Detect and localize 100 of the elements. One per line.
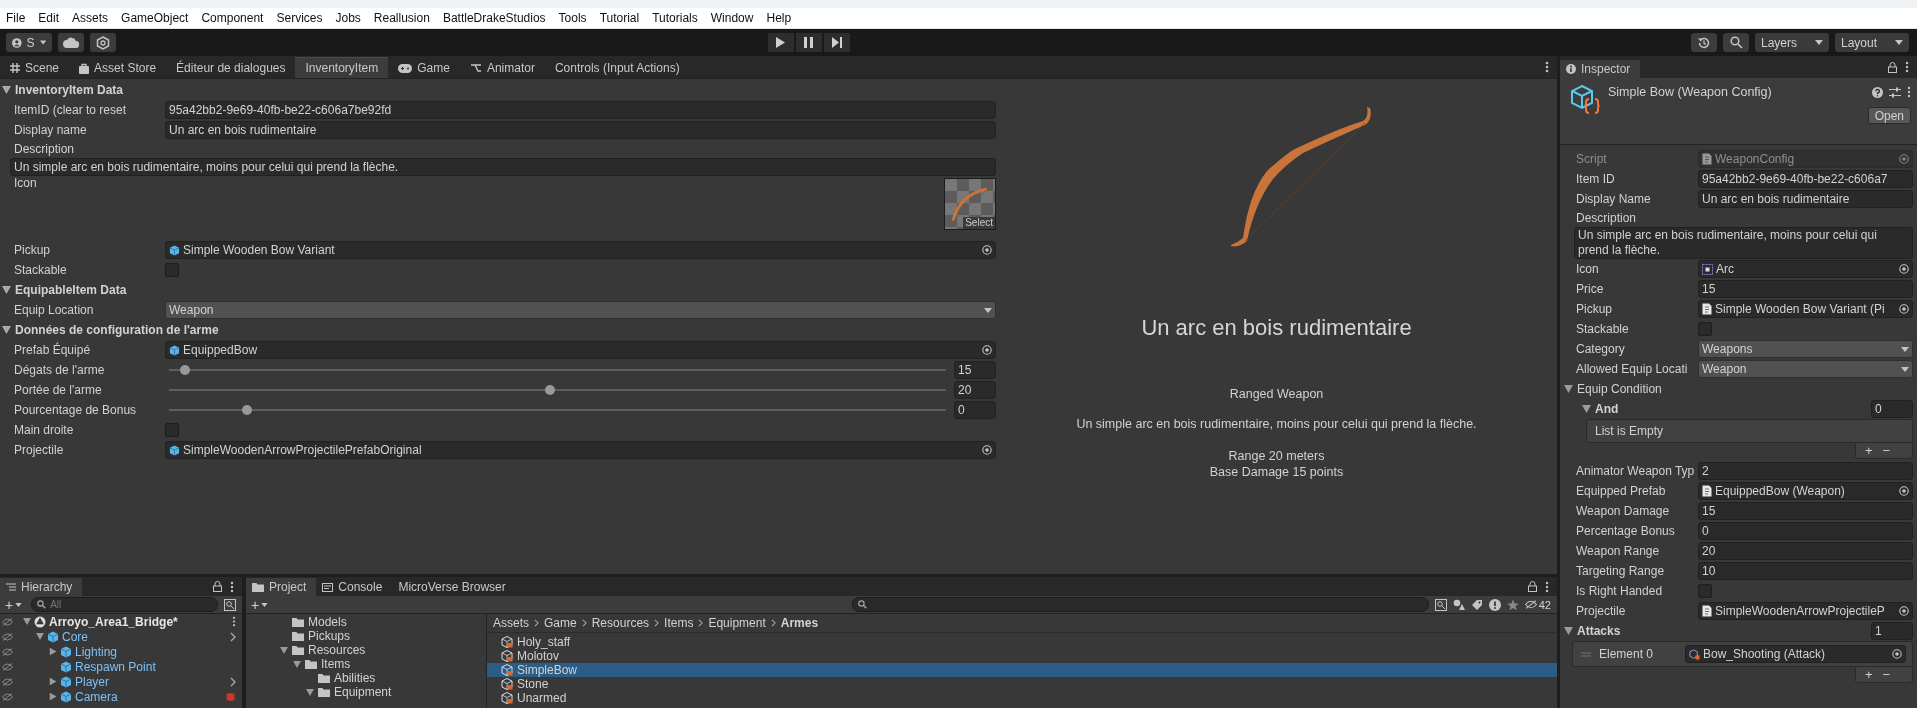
menu-item[interactable]: Services (276, 11, 323, 25)
tab[interactable]: Console (316, 578, 393, 596)
object-field[interactable]: Simple Wooden Bow Variant (165, 241, 996, 259)
foldout-arrow-icon[interactable] (2, 286, 11, 294)
tab[interactable]: Project (246, 578, 317, 596)
hierarchy-item[interactable]: Player (75, 674, 109, 689)
tab[interactable]: Hierarchy (0, 578, 83, 596)
slider-thumb[interactable] (241, 405, 252, 415)
asset-item[interactable]: Molotov (487, 649, 1557, 663)
tab[interactable]: Éditeur de dialogues (166, 58, 296, 78)
target-icon[interactable] (1892, 649, 1902, 659)
array-label[interactable]: Attacks (1577, 624, 1621, 638)
history-button[interactable] (1691, 33, 1717, 52)
hierarchy-item[interactable]: Lighting (75, 644, 118, 659)
visibility-icon[interactable] (2, 617, 13, 626)
hidden-count[interactable]: 42 (1524, 598, 1551, 611)
text-field[interactable]: 15 (1698, 280, 1913, 298)
text-area[interactable]: Un simple arc en bois rudimentaire, moins pour celui qui prend la flèche. (1574, 227, 1913, 259)
foldout-arrow-icon[interactable] (23, 618, 31, 625)
more-icon[interactable] (1545, 580, 1549, 593)
breadcrumb-item[interactable]: Items (664, 616, 694, 630)
menu-item[interactable]: Reallusion (373, 11, 430, 25)
text-field[interactable]: 95a42bb2-9e69-40fb-be22-c606a7 (1698, 170, 1913, 188)
foldout-arrow-icon[interactable] (1564, 385, 1573, 393)
more-icon[interactable] (1905, 61, 1909, 73)
layers-dropdown[interactable]: Layers (1755, 33, 1829, 52)
folder-item[interactable]: Equipment (334, 685, 392, 699)
tab[interactable]: Game (388, 58, 460, 78)
folder-item[interactable]: Models (308, 615, 347, 629)
foldout-label[interactable]: Equip Condition (1577, 382, 1662, 396)
star-icon[interactable] (1506, 598, 1519, 611)
menu-item[interactable]: Help (766, 11, 792, 25)
hierarchy-item[interactable]: Respawn Point (75, 659, 156, 674)
breadcrumb-item[interactable]: Armes (780, 616, 819, 630)
folder-item[interactable]: Abilities (334, 671, 376, 685)
folder-item[interactable]: Items (321, 657, 351, 671)
menu-item[interactable]: Component (201, 11, 264, 25)
asset-item[interactable]: Unarmed (487, 691, 1557, 705)
visibility-icon[interactable] (2, 647, 13, 656)
breadcrumb-item[interactable]: Assets (493, 616, 529, 630)
visibility-icon[interactable] (2, 632, 13, 641)
tab[interactable]: Controls (Input Actions) (544, 58, 690, 78)
pause-button[interactable] (795, 33, 822, 52)
foldout-arrow-icon[interactable] (49, 692, 57, 701)
target-icon[interactable] (1899, 264, 1909, 274)
checkbox[interactable] (1698, 322, 1712, 336)
object-field[interactable]: Simple Wooden Bow Variant (Pi (1698, 300, 1913, 318)
text-field[interactable]: 0 (1698, 522, 1913, 540)
target-icon[interactable] (1899, 486, 1909, 496)
target-icon[interactable] (982, 245, 992, 255)
tab[interactable]: Asset Store (69, 58, 167, 78)
account-button[interactable]: S (6, 33, 52, 52)
target-icon[interactable] (1899, 304, 1909, 314)
folder-item[interactable]: Resources (308, 643, 366, 657)
visibility-icon[interactable] (2, 677, 13, 686)
select-button[interactable]: Select (963, 217, 995, 229)
filter-icon[interactable] (1434, 598, 1447, 611)
cloud-button[interactable] (58, 33, 84, 52)
visibility-icon[interactable] (2, 662, 13, 671)
chevron-right-icon[interactable] (230, 676, 236, 687)
target-icon[interactable] (1899, 154, 1909, 164)
hierarchy-item[interactable]: Core (62, 629, 88, 644)
asset-item[interactable]: Holy_staff (487, 635, 1557, 649)
breadcrumb-item[interactable]: Equipment (708, 616, 766, 630)
menu-item[interactable]: Tutorials (652, 11, 698, 25)
menu-item[interactable]: Jobs (335, 11, 361, 25)
menu-item[interactable]: File (6, 11, 26, 25)
checkbox[interactable] (165, 263, 179, 277)
more-icon[interactable] (232, 616, 236, 627)
breadcrumb-item[interactable]: Resources (591, 616, 650, 630)
breadcrumb-item[interactable]: Game (544, 616, 577, 630)
tab[interactable]: MicroVerse Browser (392, 578, 516, 596)
dropdown[interactable]: Weapon (1698, 360, 1913, 378)
foldout-arrow-icon[interactable] (280, 646, 288, 654)
menu-item[interactable]: Window (710, 11, 754, 25)
tag-icon[interactable] (1470, 598, 1483, 611)
foldout-arrow-icon[interactable] (36, 633, 44, 640)
warning-icon[interactable] (1488, 598, 1501, 611)
text-field[interactable]: Un arc en bois rudimentaire (1698, 190, 1913, 208)
menu-item[interactable]: GameObject (121, 11, 189, 25)
remove-button[interactable]: − (1879, 667, 1894, 682)
checkbox[interactable] (165, 423, 179, 437)
folder-item[interactable]: Pickups (308, 629, 351, 643)
text-field[interactable]: 2 (1698, 462, 1913, 480)
add-button[interactable]: + (1862, 443, 1876, 458)
step-button[interactable] (823, 33, 850, 52)
foldout-arrow-icon[interactable] (49, 677, 57, 686)
menu-item[interactable]: Tutorial (599, 11, 640, 25)
text-field[interactable]: 20 (1698, 542, 1913, 560)
count-field[interactable]: 0 (1871, 400, 1913, 418)
target-icon[interactable] (1899, 606, 1909, 616)
count-field[interactable]: 1 (1871, 622, 1913, 640)
text-area[interactable]: Un simple arc en bois rudimentaire, moins pour celui qui prend la flèche. (10, 158, 996, 176)
tab[interactable]: InventoryItem (295, 57, 389, 78)
layout-dropdown[interactable]: Layout (1835, 33, 1909, 52)
hierarchy-item[interactable]: Arroyo_Area1_Bridge* (49, 614, 178, 629)
target-icon[interactable] (982, 345, 992, 355)
number-field[interactable]: 15 (954, 361, 996, 379)
number-field[interactable]: 20 (954, 381, 996, 399)
more-icon[interactable] (1907, 86, 1911, 98)
